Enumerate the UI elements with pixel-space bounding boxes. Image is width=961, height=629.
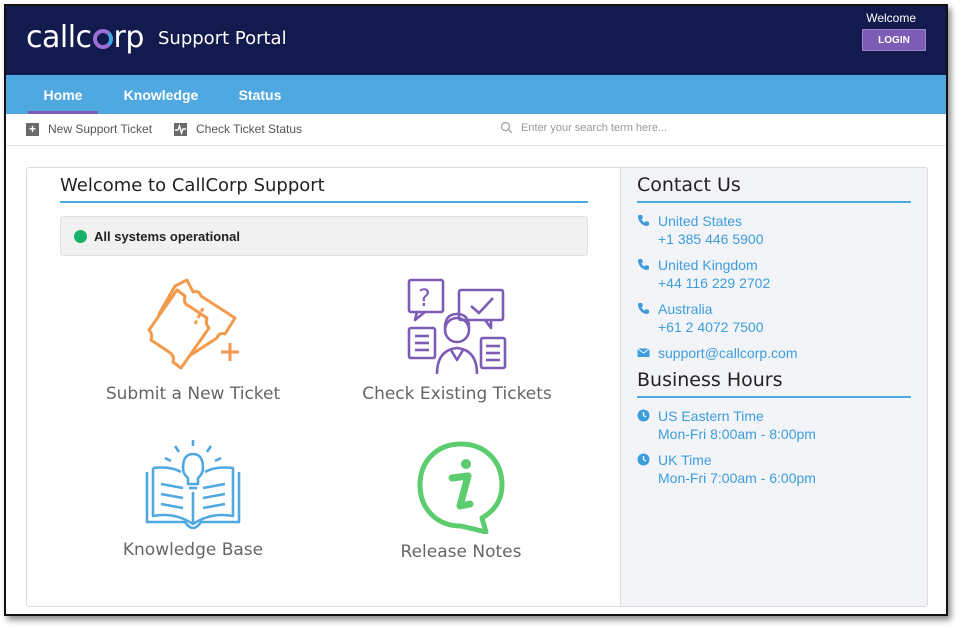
contact-email-address: support@callcorp.com [658,345,798,361]
contact-uk-country: United Kingdom [658,257,758,273]
hours-us: US Eastern Time Mon-Fri 8:00am - 8:00pm [637,407,816,443]
contact-uk-phone: +44 116 229 2702 [658,275,771,291]
search-input[interactable] [521,121,761,134]
check-ticket-status-link[interactable]: Check Ticket Status [174,122,302,136]
activity-icon [174,122,187,136]
contact-title: Contact Us [637,174,741,196]
ticket-plus-icon [147,278,239,370]
new-support-ticket-label: New Support Ticket [48,122,153,136]
status-text: All systems operational [94,228,240,244]
hours-uk-time: Mon-Fri 7:00am - 6:00pm [658,470,816,486]
phone-icon [638,259,649,270]
tab-status[interactable]: Status [231,75,289,114]
main-card: Welcome to CallCorp Support All systems … [26,167,928,607]
plus-icon: + [26,122,39,136]
browser-frame: callc rp Support Portal Welcome LOGIN Ho… [4,4,948,616]
release-notes-tile[interactable]: Release Notes [373,440,549,562]
tab-home[interactable]: Home [28,75,98,114]
main-nav: Home Knowledge Status [6,75,946,114]
contact-us-country: United States [658,213,743,229]
info-bubble-icon [417,441,505,534]
status-ok-icon [74,229,87,243]
system-status-box: All systems operational [60,216,588,256]
support-agent-icon: ? [407,278,507,375]
search-bar [500,121,761,134]
check-ticket-status-label: Check Ticket Status [196,122,303,136]
hours-uk: UK Time Mon-Fri 7:00am - 6:00pm [637,451,816,487]
contact-title-underline [637,201,911,203]
welcome-title: Welcome to CallCorp Support [60,175,325,196]
submit-ticket-label: Submit a New Ticket [105,384,281,404]
knowledge-base-tile[interactable]: Knowledge Base [105,438,281,560]
phone-icon [638,215,649,226]
clock-icon [637,409,650,422]
new-support-ticket-link[interactable]: + New Support Ticket [26,122,152,136]
toolbar: + New Support Ticket Check Ticket Status [6,114,946,146]
portal-title: Support Portal [158,28,287,49]
header: callc rp Support Portal Welcome LOGIN [6,6,946,75]
callcorp-logo[interactable]: callc rp [26,20,144,55]
welcome-text: Welcome [866,11,916,25]
contact-au-phone: +61 2 4072 7500 [658,319,764,335]
envelope-icon [637,348,650,357]
logo-text-right: rp [113,20,145,55]
check-tickets-tile[interactable]: ? Check Existing Tickets [357,278,557,404]
submit-ticket-tile[interactable]: Submit a New Ticket [105,278,281,404]
contact-uk[interactable]: United Kingdom +44 116 229 2702 [637,256,770,292]
check-tickets-label: Check Existing Tickets [362,384,552,404]
logo-text-left: callc [26,20,92,55]
hours-uk-label: UK Time [658,452,712,468]
contact-panel: Contact Us United States +1 385 446 5900… [620,168,927,606]
hours-us-label: US Eastern Time [658,408,764,424]
contact-email[interactable]: support@callcorp.com [637,344,798,362]
book-lightbulb-icon [145,440,241,530]
contact-au[interactable]: Australia +61 2 4072 7500 [637,300,764,336]
release-notes-label: Release Notes [400,542,522,562]
contact-au-country: Australia [658,301,713,317]
contact-us-phone: +1 385 446 5900 [658,231,764,247]
contact-us[interactable]: United States +1 385 446 5900 [637,212,764,248]
knowledge-base-label: Knowledge Base [122,540,264,560]
phone-icon [638,303,649,314]
logo-o-icon [92,29,113,49]
welcome-panel: Welcome to CallCorp Support All systems … [27,168,620,606]
business-hours-title: Business Hours [637,369,783,391]
search-icon [500,121,513,134]
business-hours-underline [637,396,911,398]
welcome-title-underline [60,201,588,203]
clock-icon [637,453,650,466]
tab-knowledge[interactable]: Knowledge [121,75,201,114]
login-button[interactable]: LOGIN [862,29,926,51]
hours-us-time: Mon-Fri 8:00am - 8:00pm [658,426,816,442]
svg-text:?: ? [418,284,431,312]
